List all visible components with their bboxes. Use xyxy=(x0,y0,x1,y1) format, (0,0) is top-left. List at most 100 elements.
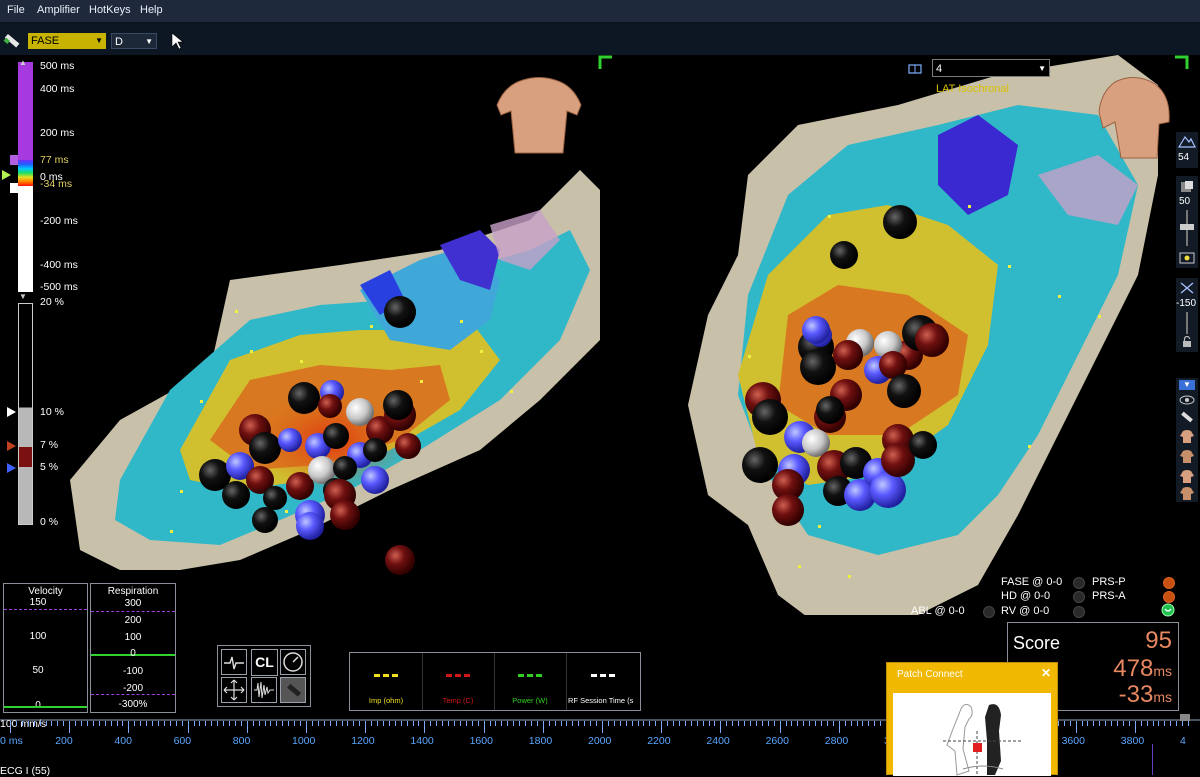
ruler-tick xyxy=(803,721,805,726)
ruler-tick xyxy=(39,721,41,726)
respiration-upper-line xyxy=(91,611,175,612)
percent-marker-10[interactable] xyxy=(7,407,16,417)
opacity-icon[interactable] xyxy=(1179,180,1195,194)
ruler-tick xyxy=(252,721,254,726)
ruler-tick xyxy=(874,721,876,726)
torso-left-icon[interactable] xyxy=(1179,468,1195,484)
ruler-tick xyxy=(584,721,586,726)
ruler-tick xyxy=(1152,721,1154,726)
percent-marker-7[interactable] xyxy=(7,441,16,451)
prs-p-dot xyxy=(1163,577,1175,589)
ruler-label: 2200 xyxy=(647,735,671,747)
lat-colorbar-gradient xyxy=(18,160,33,186)
gauge-icon[interactable] xyxy=(280,649,306,675)
respiration-lower-line xyxy=(91,694,175,695)
ruler-tick xyxy=(1075,721,1077,733)
ruler-label: 1800 xyxy=(528,735,553,747)
lat-lower-marker[interactable] xyxy=(10,183,18,193)
ruler-tick xyxy=(81,721,83,726)
ablation-params-panel: Imp (ohm) Temp (C) Power (W) RF Session … xyxy=(349,652,641,711)
rf-time-legend-line xyxy=(591,674,615,680)
respiration-tick: -100 xyxy=(122,666,143,677)
rv-status-label: RV @ 0-0 xyxy=(1001,605,1050,617)
ruler-tick xyxy=(1176,721,1178,726)
lat-colorbar-lower xyxy=(18,186,33,292)
eye-icon[interactable] xyxy=(1179,394,1195,406)
respiration-tick: -300% xyxy=(118,699,148,710)
side-value-54: 54 xyxy=(1178,152,1190,163)
move-arrows-icon[interactable] xyxy=(221,677,247,703)
ruler-tick xyxy=(163,721,165,726)
ruler-tick xyxy=(750,721,751,726)
scale-up-icon[interactable]: ▲ xyxy=(19,58,27,67)
ecg-waveform-icon[interactable] xyxy=(221,649,247,675)
ruler-scroll-handle[interactable] xyxy=(1180,714,1190,721)
map-select[interactable]: 4 ▼ xyxy=(932,59,1050,77)
left-3d-map-view[interactable] xyxy=(60,150,600,590)
catheter-selected-icon[interactable] xyxy=(280,677,306,703)
rv-status-dot xyxy=(1073,606,1085,618)
clip-slider-track[interactable] xyxy=(1186,312,1188,334)
map-select-value: 4 xyxy=(936,63,943,75)
ruler-tick xyxy=(140,721,142,726)
ruler-tick xyxy=(1069,721,1071,726)
torso-back-icon[interactable] xyxy=(1179,448,1195,464)
close-icon[interactable]: ✕ xyxy=(1041,666,1051,680)
ruler-tick xyxy=(175,721,177,726)
ruler-tick xyxy=(436,721,438,726)
lat-label: 400 ms xyxy=(40,83,75,95)
ruler-label: 1600 xyxy=(469,735,493,747)
ruler-tick xyxy=(104,721,106,726)
chevron-down-icon[interactable]: ▼ xyxy=(1179,380,1195,390)
layout-icon[interactable] xyxy=(908,63,924,77)
catheter-tool-icon[interactable] xyxy=(1179,410,1195,424)
menu-amplifier[interactable]: Amplifier xyxy=(37,0,80,16)
power-on-icon[interactable] xyxy=(1161,603,1175,617)
ruler-tick xyxy=(217,721,219,726)
torso-orientation-icon[interactable] xyxy=(493,75,585,157)
menu-help[interactable]: Help xyxy=(140,0,163,16)
menu-hotkeys[interactable]: HotKeys xyxy=(89,0,131,16)
cycle-length-button[interactable]: CL xyxy=(251,649,278,676)
ruler-tick xyxy=(667,721,669,726)
ruler-tick xyxy=(86,721,88,726)
score-offset-value: -33 xyxy=(1118,681,1154,708)
ruler-label: 600 xyxy=(173,735,192,747)
ruler-tick xyxy=(513,721,515,726)
abl-status-label: ABL @ 0-0 xyxy=(911,605,965,617)
catheter-tool-icon[interactable] xyxy=(3,31,21,49)
scale-down-icon[interactable]: ▼ xyxy=(19,292,27,301)
ruler-tick xyxy=(10,721,11,733)
lat-upper-marker[interactable] xyxy=(10,155,18,165)
ruler-tick xyxy=(738,721,740,726)
ruler-tick xyxy=(459,721,461,726)
ruler-tick xyxy=(625,721,627,726)
respiration-tick: 0 xyxy=(130,648,136,659)
clip-icon[interactable] xyxy=(1179,281,1195,295)
channel-select[interactable]: D ▼ xyxy=(111,33,157,49)
ruler-tick xyxy=(726,721,728,726)
ruler-tick xyxy=(525,721,527,726)
ruler-tick xyxy=(519,721,521,726)
ruler-tick xyxy=(862,721,864,726)
ruler-tick xyxy=(181,721,183,726)
percent-marker-5[interactable] xyxy=(7,463,16,473)
pointer-icon[interactable] xyxy=(170,32,184,50)
ruler-label: 2600 xyxy=(765,735,789,747)
signal-waveform-icon[interactable] xyxy=(251,677,277,703)
lat-reference-marker[interactable] xyxy=(2,170,11,180)
lock-icon[interactable] xyxy=(1181,336,1193,348)
torso-orientation-icon[interactable] xyxy=(1095,72,1175,162)
mode-select[interactable]: FASE ▼ xyxy=(28,33,106,49)
ruler-tick xyxy=(288,721,290,726)
side-value-50: 50 xyxy=(1179,196,1191,207)
ruler-tick xyxy=(448,721,450,726)
light-icon[interactable] xyxy=(1179,252,1195,264)
ruler-tick xyxy=(850,721,852,726)
torso-right-icon[interactable] xyxy=(1179,486,1195,500)
torso-front-icon[interactable] xyxy=(1179,428,1195,444)
mountain-icon[interactable] xyxy=(1178,134,1196,148)
opacity-slider-handle[interactable] xyxy=(1180,224,1194,230)
ruler-label: 1200 xyxy=(351,735,375,747)
menu-file[interactable]: File xyxy=(7,0,25,16)
